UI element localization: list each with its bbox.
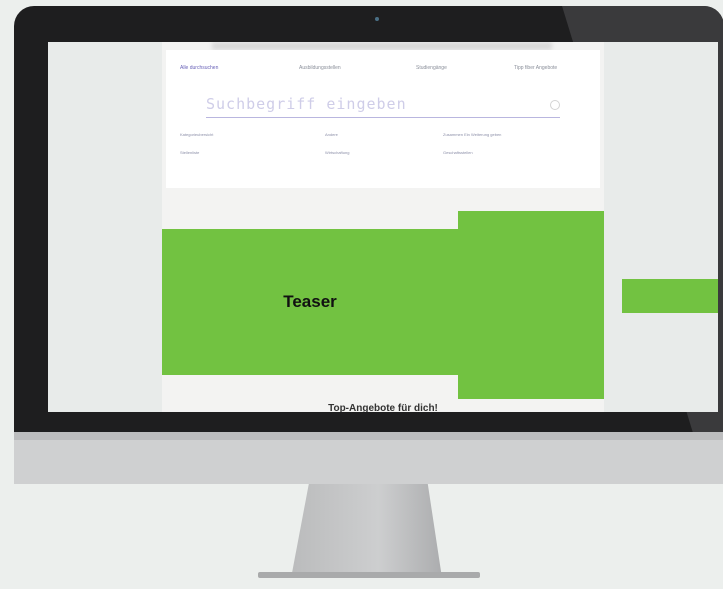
quick-link[interactable]: Wirtschaftung <box>325 150 349 155</box>
tab-ausbildungsstellen[interactable]: Ausbildungsstellen <box>299 65 341 71</box>
monitor-stand <box>291 484 442 574</box>
tab-studiengaenge[interactable]: Studiengänge <box>416 65 447 71</box>
quick-link[interactable]: Zusammen Ein Weiterung geben <box>443 132 501 137</box>
web-page: Alle durchsuchen Ausbildungsstellen Stud… <box>162 42 604 412</box>
search-panel: Alle durchsuchen Ausbildungsstellen Stud… <box>166 50 600 188</box>
quick-link[interactable]: Kategorieubersicht <box>180 132 213 137</box>
monitor-screen: Alle durchsuchen Ausbildungsstellen Stud… <box>48 42 718 412</box>
search-input[interactable]: Suchbegriff eingeben <box>206 95 560 118</box>
teaser-label: Teaser <box>283 292 337 311</box>
quick-link[interactable]: Stellenliste <box>180 150 199 155</box>
quick-link[interactable]: Andere <box>325 132 338 137</box>
monitor-stand-base <box>258 572 480 578</box>
search-icon[interactable] <box>550 100 560 110</box>
page-header <box>212 42 552 50</box>
tab-tipp-angebote[interactable]: Tipp fiber Angebote <box>514 65 557 71</box>
monitor-chin-shadow <box>14 432 723 440</box>
offers-heading: Top-Angebote für dich! <box>328 403 438 412</box>
quick-link[interactable]: Geschaftsstellen <box>443 150 473 155</box>
teaser-extension <box>458 211 604 399</box>
search-placeholder: Suchbegriff eingeben <box>206 95 407 113</box>
teaser-connector <box>622 279 718 313</box>
camera-icon <box>375 17 379 21</box>
tab-alle-durchsuchen[interactable]: Alle durchsuchen <box>180 65 218 71</box>
teaser-banner[interactable]: Teaser <box>162 229 458 375</box>
